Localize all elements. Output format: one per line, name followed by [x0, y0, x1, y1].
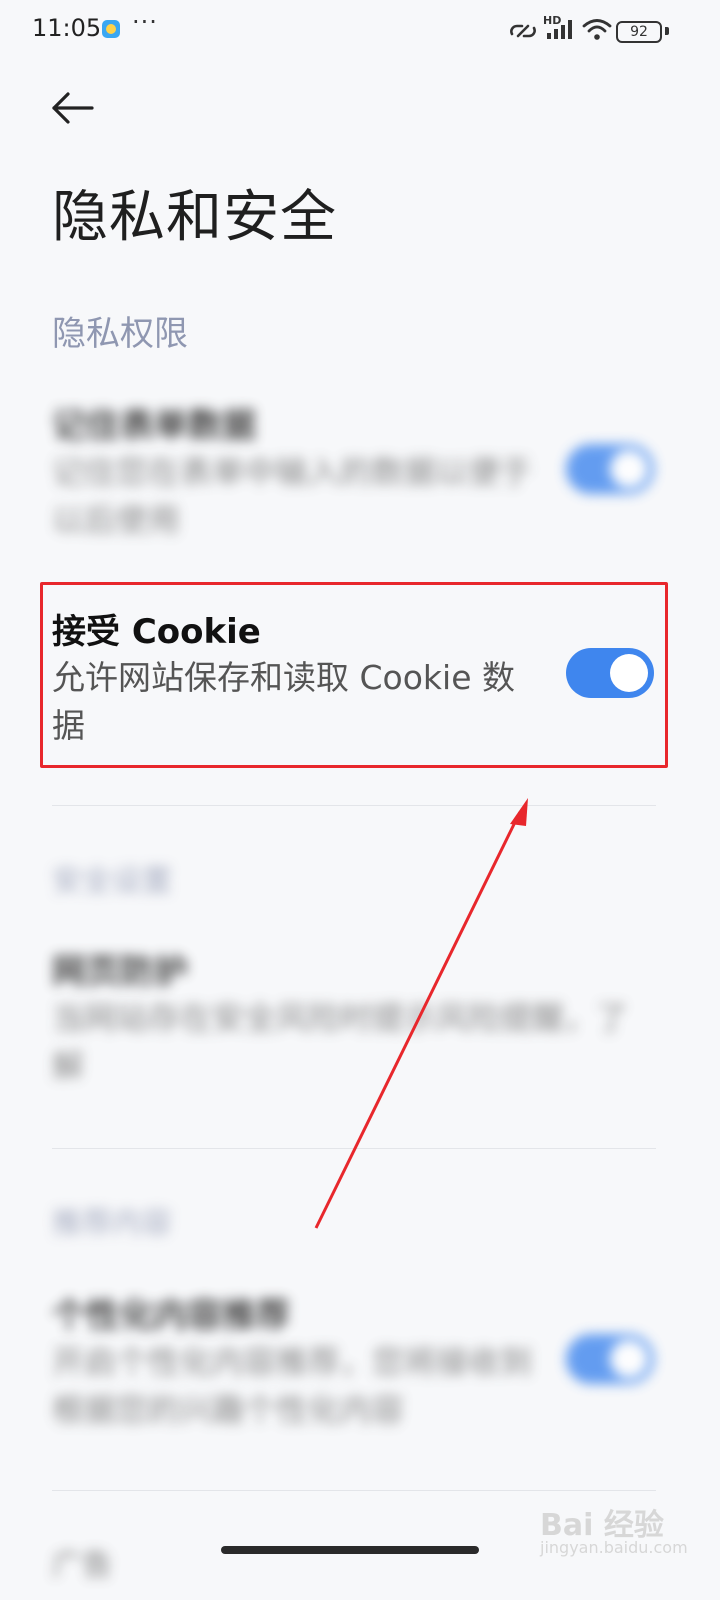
- settings-screen: 11:05 ··· HD 92 隐私和安全 隐私权限 记住表单数据 记住您在表单…: [0, 0, 720, 1600]
- watermark-url: jingyan.baidu.com: [540, 1538, 688, 1557]
- annotation-arrow: [314, 798, 528, 1229]
- home-indicator[interactable]: [221, 1546, 479, 1554]
